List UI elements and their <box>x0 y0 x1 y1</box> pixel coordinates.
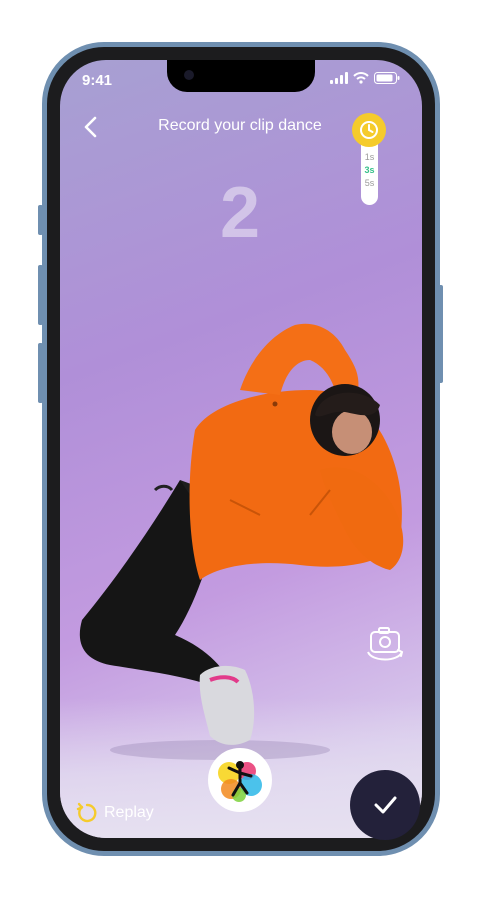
front-camera-lens <box>184 70 194 80</box>
timer-selector[interactable]: 1s 3s 5s <box>352 113 386 205</box>
battery-icon <box>374 72 400 84</box>
volume-down-button <box>38 343 43 403</box>
timer-option-5s[interactable]: 5s <box>361 178 378 188</box>
record-button[interactable] <box>208 748 272 812</box>
status-icons <box>330 72 400 84</box>
replay-icon <box>76 802 97 823</box>
dance-logo-icon <box>211 751 269 809</box>
replay-label: Replay <box>104 804 154 821</box>
timer-option-3s[interactable]: 3s <box>361 165 378 175</box>
checkmark-icon <box>374 796 397 814</box>
power-button <box>438 285 443 383</box>
back-chevron-icon[interactable] <box>78 114 104 140</box>
wifi-icon <box>353 72 369 84</box>
countdown-number: 2 <box>219 173 261 253</box>
timer-option-1s[interactable]: 1s <box>361 152 378 162</box>
volume-up-button <box>38 265 43 325</box>
replay-button[interactable]: Replay <box>76 802 154 824</box>
camera-notch <box>167 60 315 92</box>
status-time: 9:41 <box>82 72 113 89</box>
signal-icon <box>330 72 348 84</box>
clock-icon[interactable] <box>352 113 386 147</box>
mute-switch <box>38 205 43 235</box>
flip-camera-icon[interactable] <box>362 622 408 668</box>
camera-screen: 9:41 Record your clip dance 1s 3s 5s 2 R… <box>60 60 422 838</box>
confirm-button[interactable] <box>350 770 420 840</box>
page-title: Record your clip dance <box>158 117 322 134</box>
